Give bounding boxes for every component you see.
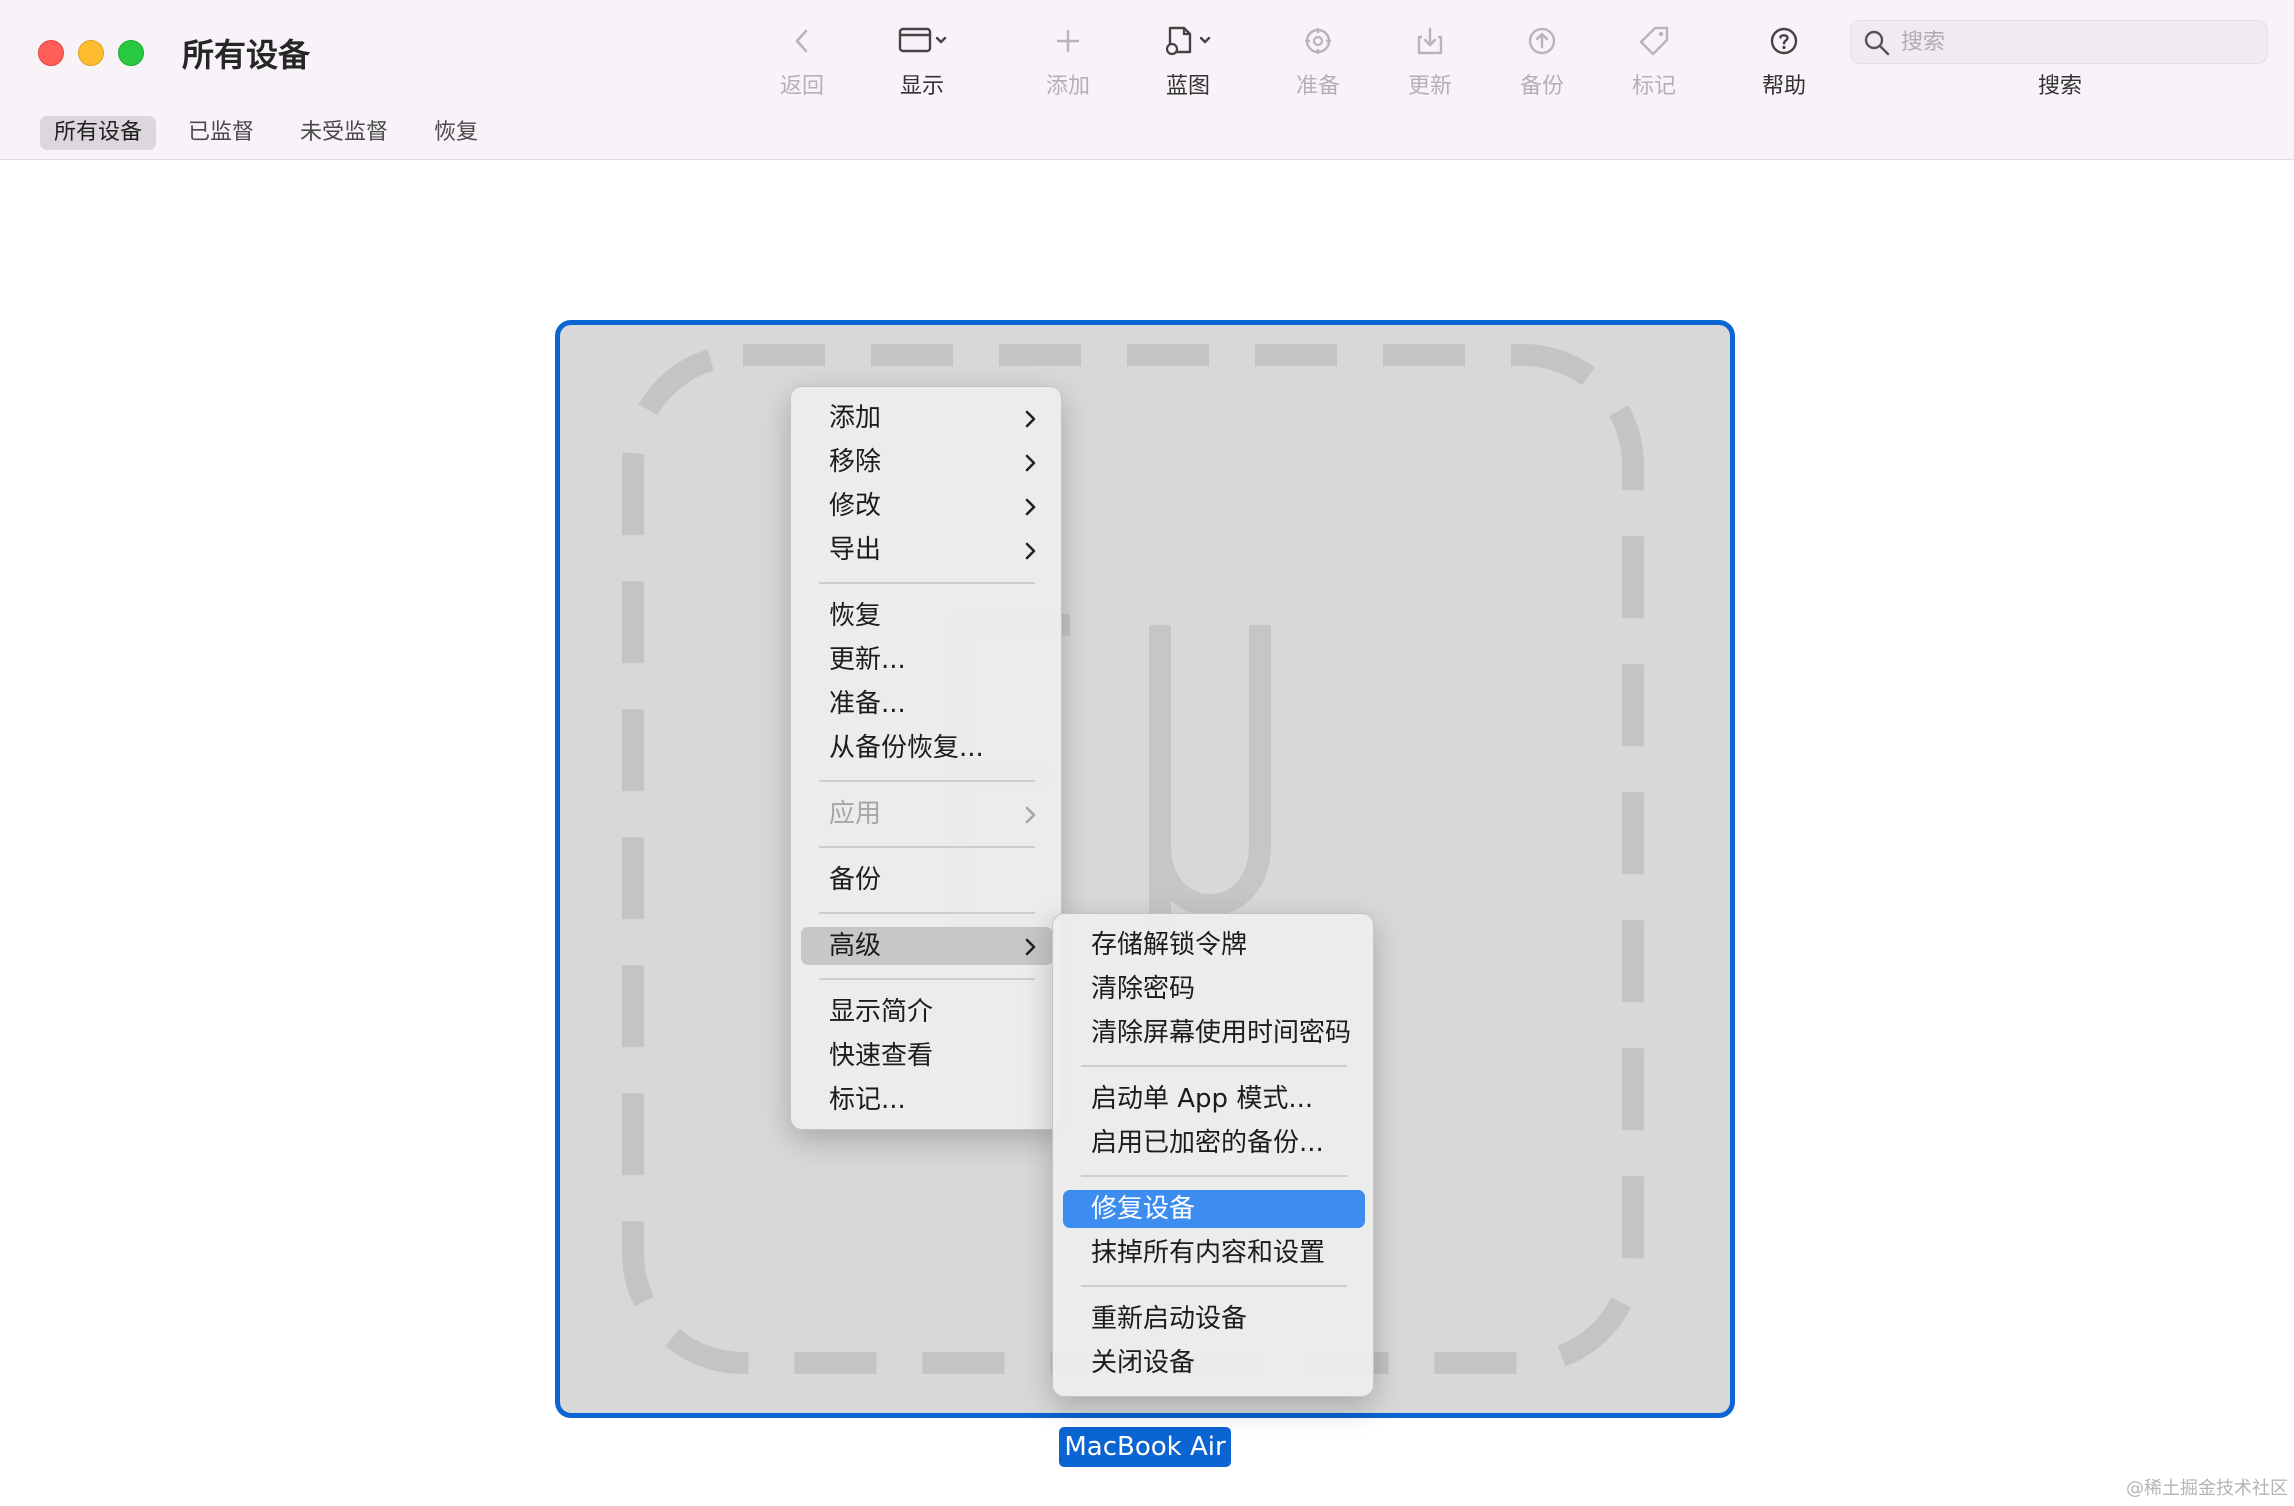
menu-item-clear-screen-time-passcode[interactable]: 清除屏幕使用时间密码 xyxy=(1063,1014,1365,1052)
menu-item-label: 导出 xyxy=(829,535,882,565)
backup-label: 备份 xyxy=(1519,74,1564,99)
menu-separator xyxy=(1081,1285,1347,1287)
menu-item-prepare[interactable]: 准备... xyxy=(801,685,1053,723)
menu-item-revive-device[interactable]: 修复设备 xyxy=(1063,1190,1365,1228)
watermark: @稀土掘金技术社区 xyxy=(2126,1478,2288,1499)
menu-item-enable-encrypted-backup[interactable]: 启用已加密的备份... xyxy=(1063,1124,1365,1162)
tag-icon xyxy=(1639,26,1669,56)
menu-item-restore-from-backup[interactable]: 从备份恢复... xyxy=(801,729,1053,767)
menu-separator xyxy=(819,846,1035,848)
zoom-window-button[interactable] xyxy=(118,40,144,66)
blueprint-button[interactable]: 蓝图 xyxy=(1128,18,1248,99)
menu-item-label: 添加 xyxy=(829,403,882,433)
minimize-window-button[interactable] xyxy=(78,40,104,66)
menu-item-label: 高级 xyxy=(829,931,882,961)
menu-item-erase-all-content[interactable]: 抹掉所有内容和设置 xyxy=(1063,1234,1365,1272)
tag-label: 标记 xyxy=(1631,74,1676,99)
context-menu: 添加 移除 修改 导出 恢复 更新... 准备... 从备份恢复... 应用 备… xyxy=(790,386,1062,1130)
menu-item-backup[interactable]: 备份 xyxy=(801,861,1053,899)
prepare-button[interactable]: 准备 xyxy=(1258,18,1378,99)
question-circle-icon xyxy=(1770,27,1798,55)
menu-separator xyxy=(819,912,1035,914)
device-name-label[interactable]: MacBook Air xyxy=(1059,1427,1231,1467)
scope-bar: 所有设备 已监督 未受监督 恢复 xyxy=(0,104,2294,160)
close-window-button[interactable] xyxy=(38,40,64,66)
menu-item-restart-device[interactable]: 重新启动设备 xyxy=(1063,1300,1365,1338)
menu-item-remove[interactable]: 移除 xyxy=(801,443,1053,481)
chevron-left-icon xyxy=(795,29,808,53)
menu-item-quick-look[interactable]: 快速查看 xyxy=(801,1037,1053,1075)
tab-recovery[interactable]: 恢复 xyxy=(420,116,492,150)
menu-item-shut-down-device[interactable]: 关闭设备 xyxy=(1063,1344,1365,1382)
update-label: 更新 xyxy=(1407,74,1452,99)
blueprint-icon xyxy=(1165,26,1211,56)
back-button[interactable]: 返回 xyxy=(742,18,862,99)
menu-separator xyxy=(1081,1175,1347,1177)
chevron-right-icon xyxy=(1025,498,1036,516)
menu-item-modify[interactable]: 修改 xyxy=(801,487,1053,525)
advanced-submenu: 存储解锁令牌 清除密码 清除屏幕使用时间密码 启动单 App 模式... 启用已… xyxy=(1052,913,1374,1397)
chevron-right-icon xyxy=(1025,806,1036,824)
window-view-icon xyxy=(898,27,947,53)
view-label: 显示 xyxy=(899,74,944,99)
tab-all-devices[interactable]: 所有设备 xyxy=(40,116,157,150)
menu-separator xyxy=(819,582,1035,584)
help-label: 帮助 xyxy=(1761,74,1806,99)
menu-item-get-info[interactable]: 显示简介 xyxy=(801,993,1053,1031)
menu-separator xyxy=(1081,1065,1347,1067)
back-label: 返回 xyxy=(779,74,824,99)
upload-circle-icon xyxy=(1528,27,1556,55)
search-icon xyxy=(1864,30,1890,56)
download-tray-icon xyxy=(1417,27,1443,55)
menu-item-apps: 应用 xyxy=(801,795,1053,833)
menu-item-tag[interactable]: 标记... xyxy=(801,1081,1053,1119)
tab-supervised[interactable]: 已监督 xyxy=(174,116,268,150)
chevron-right-icon xyxy=(1025,410,1036,428)
menu-item-label: 移除 xyxy=(829,447,882,477)
menu-item-clear-passcode[interactable]: 清除密码 xyxy=(1063,970,1365,1008)
search-input[interactable] xyxy=(1901,25,2251,59)
backup-button[interactable]: 备份 xyxy=(1482,18,1602,99)
menu-item-single-app-mode[interactable]: 启动单 App 模式... xyxy=(1063,1080,1365,1118)
help-button[interactable]: 帮助 xyxy=(1724,18,1844,99)
update-button[interactable]: 更新 xyxy=(1370,18,1490,99)
search-label: 搜索 xyxy=(2037,74,2082,99)
tab-unsupervised[interactable]: 未受监督 xyxy=(286,116,402,150)
chevron-right-icon xyxy=(1025,454,1036,472)
menu-item-advanced[interactable]: 高级 xyxy=(801,927,1053,965)
menu-item-label: 应用 xyxy=(829,799,882,829)
menu-item-store-unlock-token[interactable]: 存储解锁令牌 xyxy=(1063,926,1365,964)
window-toolbar: 所有设备 返回 显示 添加 蓝图 准备 更新 备份 标记 帮助 搜索 搜索 xyxy=(0,0,2294,104)
tag-button[interactable]: 标记 xyxy=(1594,18,1714,99)
window-title: 所有设备 xyxy=(182,36,311,74)
menu-item-label: 修改 xyxy=(829,491,882,521)
menu-separator xyxy=(819,978,1035,980)
prepare-label: 准备 xyxy=(1295,74,1340,99)
search-field[interactable] xyxy=(1850,20,2268,64)
chevron-right-icon xyxy=(1025,542,1036,560)
add-button[interactable]: 添加 xyxy=(1008,18,1128,99)
view-button[interactable]: 显示 xyxy=(862,18,982,99)
gear-icon xyxy=(1305,28,1331,54)
menu-item-add[interactable]: 添加 xyxy=(801,399,1053,437)
menu-item-update[interactable]: 更新... xyxy=(801,641,1053,679)
menu-item-restore[interactable]: 恢复 xyxy=(801,597,1053,635)
chevron-right-icon xyxy=(1025,938,1036,956)
plus-icon xyxy=(1056,29,1080,53)
menu-item-export[interactable]: 导出 xyxy=(801,531,1053,569)
add-label: 添加 xyxy=(1045,74,1090,99)
menu-separator xyxy=(819,780,1035,782)
blueprint-label: 蓝图 xyxy=(1165,74,1210,99)
